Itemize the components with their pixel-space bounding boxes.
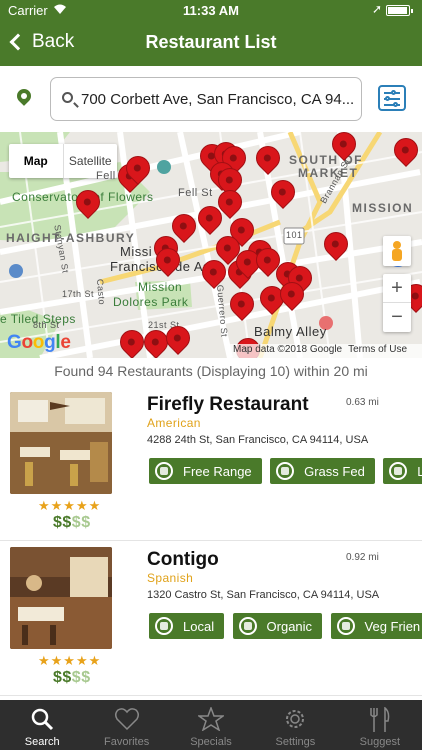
- organic-icon: [238, 617, 257, 635]
- restaurant-card[interactable]: ★★★★★ $$$$ Firefly Restaurant 0.63 mi Am…: [0, 386, 422, 541]
- restaurant-card[interactable]: ★★★★★ $$$$ Contigo 0.92 mi Spanish 1320 …: [0, 541, 422, 696]
- tag-local[interactable]: Local: [149, 613, 225, 639]
- map-label-route-101: 101: [286, 230, 303, 240]
- veg-icon: [336, 617, 355, 635]
- restaurant-name[interactable]: Contigo: [147, 549, 219, 571]
- app-root: Carrier 11:33 AM ➚ Back Restaurant List: [0, 0, 422, 750]
- restaurant-photo: [10, 547, 112, 649]
- rating-stars: ★★★★★: [38, 653, 102, 668]
- page-title: Restaurant List: [145, 32, 277, 52]
- restaurant-photo: [10, 392, 112, 494]
- map-label-mission: MISSION: [352, 201, 414, 215]
- map-label-castro: Casto: [94, 278, 108, 306]
- zoom-in-button[interactable]: +: [383, 274, 411, 303]
- search-icon: [30, 707, 54, 734]
- restaurant-cuisine: Spanish: [147, 571, 194, 585]
- tag-veg-friendly[interactable]: Veg Frien: [330, 613, 422, 639]
- map-attribution: Map data ©2018 Google Terms of Use: [230, 344, 422, 358]
- rating-stars: ★★★★★: [38, 498, 102, 513]
- map-view[interactable]: Map Satellite SOUTH OF MARKET MISSION Co…: [0, 132, 422, 358]
- map-label-balmy-alley: Balmy Alley: [254, 324, 327, 339]
- restaurant-cuisine: American: [147, 416, 201, 430]
- price-level: $$$$: [53, 514, 91, 531]
- restaurant-address: 1320 Castro St, San Francisco, CA 94114,…: [147, 589, 380, 601]
- map-label-mission-2: Missi: [120, 244, 153, 259]
- map-label-market: MARKET: [298, 166, 359, 180]
- restaurant-distance: 0.63 mi: [346, 397, 379, 408]
- restaurant-address: 4288 24th St, San Francisco, CA 94114, U…: [147, 434, 369, 446]
- local-icon: [155, 617, 173, 635]
- tab-label: Specials: [190, 736, 232, 748]
- tab-search[interactable]: Search: [0, 700, 84, 750]
- tag-free-range[interactable]: Free Range: [149, 458, 262, 484]
- map-type-map-button[interactable]: Map: [9, 144, 63, 178]
- tag-grass-fed[interactable]: Grass Fed: [270, 458, 375, 484]
- restaurant-name[interactable]: Firefly Restaurant: [147, 394, 309, 416]
- terms-of-use-link[interactable]: Terms of Use: [348, 344, 407, 358]
- restaurant-distance: 0.92 mi: [346, 552, 379, 563]
- results-summary: Found 94 Restaurants (Displaying 10) wit…: [54, 363, 368, 379]
- tab-label: Settings: [275, 736, 316, 748]
- location-pin-icon[interactable]: [14, 86, 34, 106]
- tab-label: Search: [24, 736, 60, 748]
- street-view-pegman-icon[interactable]: [383, 236, 411, 266]
- price-level: $$$$: [53, 669, 91, 686]
- nav-bar: Back Restaurant List: [0, 22, 422, 66]
- tab-suggest[interactable]: Suggest: [338, 700, 422, 750]
- tab-bar: Search Favorites Specials Settings Sugge…: [0, 700, 422, 750]
- tag-organic[interactable]: Organic: [232, 613, 323, 639]
- tab-settings[interactable]: Settings: [253, 700, 337, 750]
- zoom-out-button[interactable]: −: [383, 303, 411, 332]
- map-label-17th: 17th St: [62, 289, 95, 299]
- local-icon: [389, 462, 408, 480]
- charging-icon: ➚: [371, 2, 382, 16]
- gear-icon: [283, 707, 307, 734]
- map-label-haight-ashbury: HAIGHT-ASHBURY: [6, 231, 136, 245]
- leaf-icon: [155, 462, 173, 480]
- map-label-mission-dolores: Mission: [138, 280, 183, 294]
- map-label-south-of: SOUTH OF: [289, 153, 363, 167]
- tag-list: Free Range Grass Fed Lo: [149, 458, 422, 484]
- heart-icon: [114, 707, 140, 734]
- search-icon: [62, 92, 73, 103]
- tab-label: Suggest: [359, 736, 401, 748]
- header: Carrier 11:33 AM ➚ Back Restaurant List: [0, 0, 422, 66]
- tab-label: Favorites: [103, 736, 150, 748]
- map-label-fell-st: Fell St: [178, 187, 213, 199]
- filter-button[interactable]: [378, 85, 406, 111]
- tag-local[interactable]: Lo: [383, 458, 422, 484]
- search-input[interactable]: [81, 88, 356, 110]
- map-label-18th: 8th St: [33, 320, 60, 330]
- cow-icon: [276, 462, 295, 480]
- tab-favorites[interactable]: Favorites: [84, 700, 168, 750]
- fork-knife-icon: [368, 706, 392, 736]
- status-bar: Carrier 11:33 AM ➚: [0, 0, 422, 22]
- star-icon: [196, 705, 226, 734]
- search-row: [0, 66, 422, 132]
- google-logo: Google: [7, 332, 71, 353]
- battery-icon: [386, 5, 413, 16]
- search-box[interactable]: [50, 77, 362, 121]
- tag-list: Local Organic Veg Frien: [149, 613, 422, 639]
- status-time: 11:33 AM: [183, 3, 239, 18]
- zoom-control: + −: [383, 274, 411, 332]
- map-data-credit: Map data ©2018 Google: [233, 344, 343, 355]
- tab-specials[interactable]: Specials: [169, 700, 253, 750]
- map-label-dolores-park: Dolores Park: [113, 295, 189, 309]
